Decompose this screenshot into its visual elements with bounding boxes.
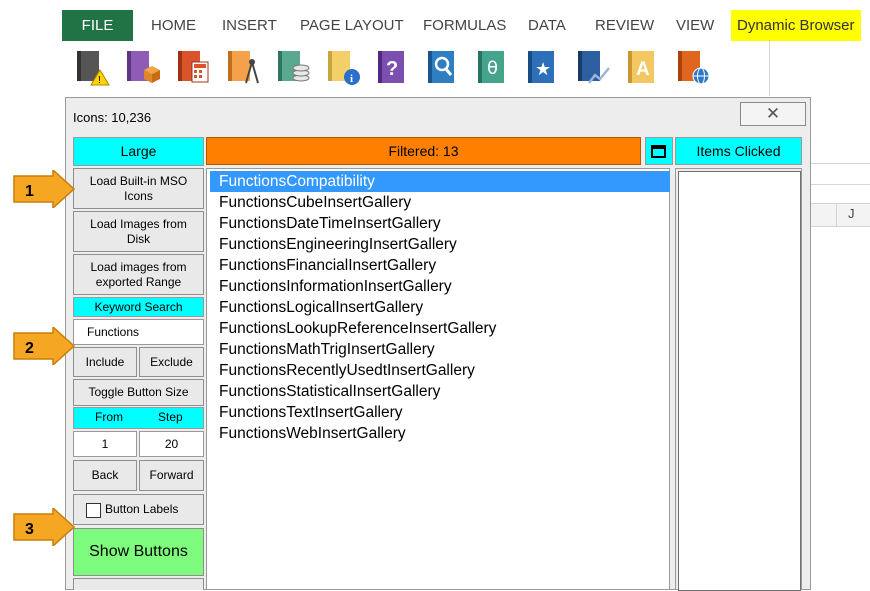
back-button[interactable]: Back: [73, 460, 137, 491]
tab-review[interactable]: REVIEW: [595, 10, 654, 41]
theta-book-icon[interactable]: θ: [475, 48, 511, 86]
load-mso-icons-button[interactable]: Load Built-in MSO Icons: [73, 168, 204, 209]
grid-line: [836, 204, 837, 226]
list-item[interactable]: FunctionsLookupReferenceInsertGallery: [219, 318, 496, 339]
callout-3-number: 3: [25, 521, 34, 538]
list-item[interactable]: FunctionsCompatibility: [219, 171, 375, 192]
load-images-range-button[interactable]: Load images from exported Range: [73, 254, 204, 295]
step-label: Step: [158, 410, 183, 424]
show-buttons-button[interactable]: Show Buttons: [73, 528, 204, 576]
close-icon: ✕: [765, 104, 781, 123]
tab-page-layout[interactable]: PAGE LAYOUT: [300, 10, 404, 41]
button-labels-label: Button Labels: [105, 502, 179, 516]
toggle-button-size-button[interactable]: Toggle Button Size: [73, 379, 204, 406]
tab-dynamic-browser[interactable]: Dynamic Browser: [731, 10, 861, 41]
items-clicked-list[interactable]: [678, 171, 801, 591]
letter-a-book-icon[interactable]: A: [625, 48, 661, 86]
ribbon-divider: [769, 40, 770, 96]
include-button[interactable]: Include: [73, 347, 137, 377]
next-control-partial: [73, 578, 204, 590]
svg-text:θ: θ: [487, 58, 498, 79]
grid-line: [811, 163, 870, 164]
warning-book-icon[interactable]: !: [74, 48, 110, 86]
from-input[interactable]: 1: [73, 431, 137, 457]
svg-text:★: ★: [535, 59, 551, 80]
list-item[interactable]: FunctionsInformationInsertGallery: [219, 276, 452, 297]
list-item[interactable]: FunctionsDateTimeInsertGallery: [219, 213, 441, 234]
svg-text:?: ?: [386, 58, 398, 80]
box-book-icon[interactable]: [124, 48, 160, 86]
list-item[interactable]: FunctionsCubeInsertGallery: [219, 192, 411, 213]
button-labels-row: Button Labels: [73, 494, 204, 525]
exclude-button[interactable]: Exclude: [139, 347, 204, 377]
list-item[interactable]: FunctionsEngineeringInsertGallery: [219, 234, 457, 255]
search-book-icon[interactable]: [425, 48, 461, 86]
dialog-title: Icons: 10,236: [73, 110, 152, 125]
items-clicked-panel: [675, 168, 802, 591]
button-labels-checkbox[interactable]: [86, 503, 101, 518]
tab-insert[interactable]: INSERT: [222, 10, 277, 41]
svg-text:i: i: [350, 73, 353, 85]
calculator-book-icon[interactable]: [175, 48, 211, 86]
callout-1-arrow: 1: [13, 170, 75, 208]
filtered-header: Filtered: 13: [206, 137, 641, 165]
chart-book-icon[interactable]: [575, 48, 611, 86]
load-images-disk-label: Load Images from Disk: [90, 216, 187, 246]
column-header-j[interactable]: J: [848, 206, 855, 221]
star-book-icon[interactable]: ★: [525, 48, 561, 86]
grid-line: [811, 184, 870, 185]
from-label: From: [95, 410, 123, 424]
tab-formulas[interactable]: FORMULAS: [423, 10, 506, 41]
maximize-button[interactable]: [645, 137, 673, 165]
tab-home[interactable]: HOME: [151, 10, 196, 41]
step-input[interactable]: 20: [139, 431, 204, 457]
keyword-search-header: Keyword Search: [73, 297, 204, 317]
grid-line: [811, 226, 870, 227]
coins-book-icon[interactable]: [275, 48, 311, 86]
function-list[interactable]: FunctionsCompatibility FunctionsCubeInser…: [206, 168, 670, 590]
from-step-header: From Step: [73, 407, 204, 429]
callout-2-number: 2: [25, 340, 34, 357]
tab-data[interactable]: DATA: [528, 10, 566, 41]
callout-2-arrow: 2: [13, 327, 75, 365]
close-button[interactable]: ✕: [740, 102, 806, 126]
question-book-icon[interactable]: ?: [375, 48, 411, 86]
maximize-icon: [651, 145, 666, 158]
list-item[interactable]: FunctionsFinancialInsertGallery: [219, 255, 436, 276]
load-images-disk-button[interactable]: Load Images from Disk: [73, 211, 204, 252]
list-item[interactable]: FunctionsRecentlyUsedtInsertGallery: [219, 360, 475, 381]
compass-book-icon[interactable]: [225, 48, 261, 86]
list-item[interactable]: FunctionsLogicalInsertGallery: [219, 297, 423, 318]
tab-view[interactable]: VIEW: [676, 10, 714, 41]
column-header-bar: [811, 204, 870, 226]
keyword-search-input[interactable]: Functions: [73, 319, 204, 345]
load-images-range-label: Load images from exported Range: [90, 259, 187, 289]
items-clicked-header: Items Clicked: [675, 137, 802, 165]
forward-button[interactable]: Forward: [139, 460, 204, 491]
callout-3-arrow: 3: [13, 508, 75, 546]
tab-file[interactable]: FILE: [62, 10, 133, 41]
load-mso-icons-label: Load Built-in MSO Icons: [89, 173, 188, 203]
info-book-icon[interactable]: i: [325, 48, 361, 86]
list-item[interactable]: FunctionsTextInsertGallery: [219, 402, 403, 423]
svg-text:!: !: [98, 75, 101, 86]
size-header: Large: [73, 137, 204, 166]
callout-1-number: 1: [25, 183, 34, 200]
svg-text:A: A: [636, 59, 650, 80]
globe-book-icon[interactable]: [675, 48, 711, 86]
list-item[interactable]: FunctionsWebInsertGallery: [219, 423, 406, 444]
list-item[interactable]: FunctionsMathTrigInsertGallery: [219, 339, 435, 360]
list-item[interactable]: FunctionsStatisticalInsertGallery: [219, 381, 440, 402]
